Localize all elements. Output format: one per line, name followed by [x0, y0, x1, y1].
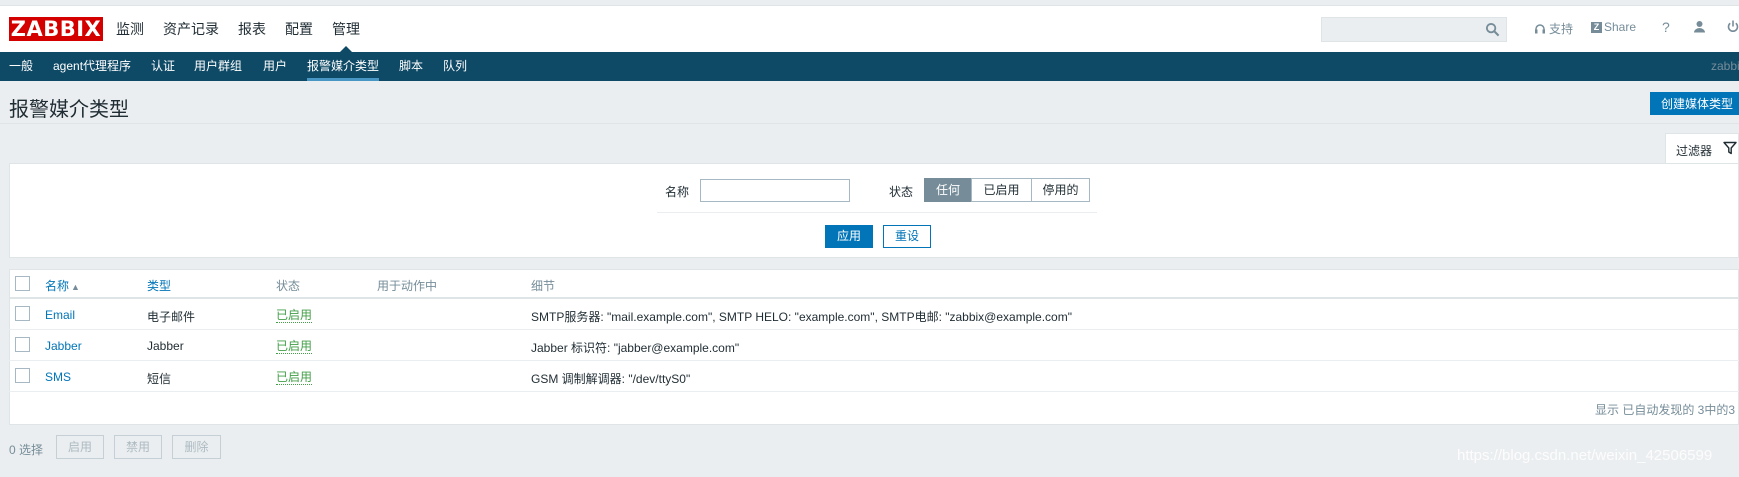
subnav-authentication[interactable]: 认证	[151, 52, 175, 81]
subnav-user-groups[interactable]: 用户群组	[194, 52, 242, 81]
title-divider	[0, 123, 1739, 124]
media-type-name-sms[interactable]: SMS	[45, 370, 71, 384]
filter-separator	[657, 212, 1097, 213]
selected-count: 0 选择	[9, 443, 44, 457]
select-all-checkbox[interactable]	[15, 276, 30, 291]
table-header-divider	[9, 297, 1739, 299]
filter-status-label: 状态	[889, 185, 914, 199]
share-link[interactable]: Z Share	[1591, 20, 1636, 34]
subnav-media-types[interactable]: 报警媒介类型	[307, 52, 380, 81]
delete-button[interactable]: 删除	[172, 435, 221, 459]
filter-icon	[1723, 141, 1737, 155]
media-type-type: 电子邮件	[147, 310, 196, 324]
column-header-type[interactable]: 类型	[147, 277, 171, 294]
search-input[interactable]	[1321, 17, 1507, 42]
page-title: 报警媒介类型	[9, 99, 129, 121]
media-type-type: 短信	[147, 372, 172, 386]
media-type-details: Jabber 标识符: "jabber@example.com"	[531, 341, 740, 355]
media-type-name-email[interactable]: Email	[45, 308, 75, 322]
row-divider	[9, 329, 1739, 330]
row-divider	[9, 391, 1739, 392]
main-nav: 监测 资产记录 报表 配置 管理	[116, 6, 379, 53]
share-z-icon: Z	[1591, 21, 1602, 33]
column-header-details: 细节	[531, 279, 556, 293]
top-header: ZABBIX 监测 资产记录 报表 配置 管理 支持 Z Share ?	[0, 5, 1739, 53]
status-enabled-link[interactable]: 已启用	[276, 308, 313, 323]
row-checkbox-jabber[interactable]	[15, 337, 30, 352]
disable-button[interactable]: 禁用	[114, 435, 162, 459]
current-user: zabbix	[1711, 59, 1739, 73]
help-icon[interactable]: ?	[1662, 19, 1670, 35]
status-disabled-option[interactable]: 停用的	[1031, 178, 1090, 202]
zabbix-logo[interactable]: ZABBIX	[9, 17, 103, 41]
filter-tab[interactable]: 过滤器	[1665, 133, 1739, 164]
subnav-queue[interactable]: 队列	[443, 52, 467, 81]
pagination-summary: 显示 已自动发现的 3中的3	[1595, 403, 1736, 417]
media-type-name-jabber[interactable]: Jabber	[45, 339, 82, 353]
watermark: https://blog.csdn.net/weixin_42506599	[1457, 447, 1713, 464]
sort-asc-icon: ▲	[71, 282, 80, 292]
nav-administration[interactable]: 管理	[332, 6, 360, 53]
subnav-users[interactable]: 用户	[263, 52, 287, 81]
nav-configuration[interactable]: 配置	[285, 6, 313, 53]
status-enabled-link[interactable]: 已启用	[276, 339, 313, 354]
media-type-details: GSM 调制解调器: "/dev/ttyS0"	[531, 372, 691, 386]
status-enabled-link[interactable]: 已启用	[276, 370, 313, 385]
filter-tab-label: 过滤器	[1676, 144, 1713, 158]
row-checkbox-email[interactable]	[15, 306, 30, 321]
logout-icon[interactable]	[1727, 20, 1739, 33]
media-type-details: SMTP服务器: "mail.example.com", SMTP HELO: …	[531, 310, 1072, 324]
subnav-general[interactable]: 一般	[9, 52, 33, 81]
subnav-proxies[interactable]: agent代理程序	[53, 52, 131, 81]
column-header-status: 状态	[276, 279, 301, 293]
nav-inventory[interactable]: 资产记录	[163, 6, 219, 53]
apply-button[interactable]: 应用	[825, 225, 873, 248]
search-icon[interactable]	[1485, 22, 1500, 37]
create-media-type-button[interactable]: 创建媒体类型	[1650, 92, 1739, 115]
nav-reports[interactable]: 报表	[238, 6, 266, 53]
support-link[interactable]: 支持	[1534, 20, 1573, 37]
headset-icon	[1535, 23, 1545, 33]
subnav-scripts[interactable]: 脚本	[399, 52, 423, 81]
reset-button[interactable]: 重设	[883, 225, 931, 248]
row-checkbox-sms[interactable]	[15, 368, 30, 383]
status-enabled-option[interactable]: 已启用	[971, 178, 1032, 202]
sub-nav: 一般 agent代理程序 认证 用户群组 用户 报警媒介类型 脚本 队列 zab…	[0, 52, 1739, 81]
support-label: 支持	[1549, 22, 1574, 36]
user-profile-icon[interactable]	[1693, 20, 1709, 33]
filter-name-input[interactable]	[700, 179, 850, 202]
nav-monitoring[interactable]: 监测	[116, 6, 144, 53]
enable-button[interactable]: 启用	[56, 435, 104, 459]
media-types-table	[9, 269, 1739, 425]
column-header-name-label: 名称	[45, 279, 70, 293]
status-any-option[interactable]: 任何	[924, 178, 972, 202]
column-header-used-in-actions: 用于动作中	[377, 279, 438, 293]
filter-panel	[9, 163, 1739, 258]
row-divider	[9, 360, 1739, 361]
share-label: Share	[1604, 20, 1637, 34]
media-type-type: Jabber	[147, 339, 184, 353]
filter-name-label: 名称	[665, 185, 690, 199]
column-header-name[interactable]: 名称 ▲	[45, 277, 80, 294]
